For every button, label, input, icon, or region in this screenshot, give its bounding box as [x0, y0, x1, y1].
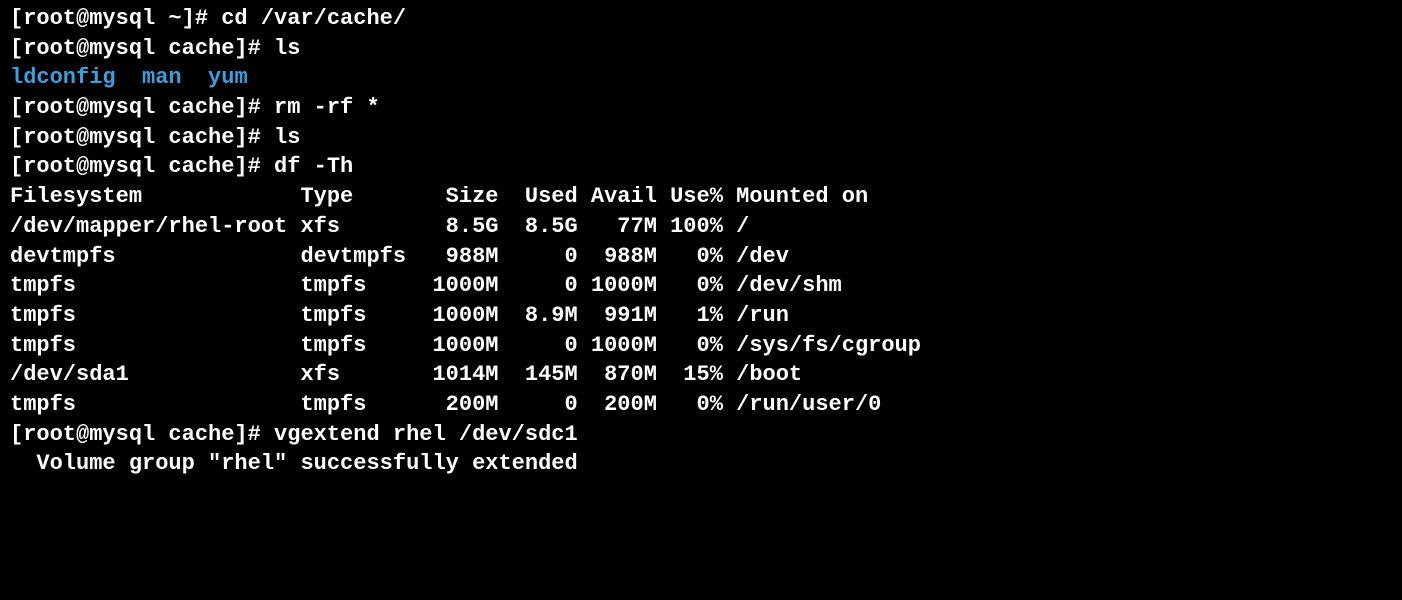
terminal-line: [root@mysql cache]# ls — [10, 34, 1392, 64]
shell-prompt: [root@mysql cache]# — [10, 36, 274, 61]
shell-prompt: [root@mysql cache]# — [10, 422, 274, 447]
terminal-line: /dev/mapper/rhel-root xfs 8.5G 8.5G 77M … — [10, 212, 1392, 242]
command-output: Volume group "rhel" successfully extende… — [10, 451, 578, 476]
terminal-line: [root@mysql cache]# df -Th — [10, 152, 1392, 182]
terminal-line: tmpfs tmpfs 1000M 0 1000M 0% /sys/fs/cgr… — [10, 331, 1392, 361]
terminal-line: [root@mysql ~]# cd /var/cache/ — [10, 4, 1392, 34]
shell-command: ls — [274, 125, 300, 150]
directory-entry: yum — [208, 65, 248, 90]
shell-prompt: [root@mysql cache]# — [10, 95, 274, 120]
terminal-line: tmpfs tmpfs 200M 0 200M 0% /run/user/0 — [10, 390, 1392, 420]
shell-command: cd /var/cache/ — [221, 6, 406, 31]
shell-prompt: [root@mysql cache]# — [10, 125, 274, 150]
shell-prompt: [root@mysql cache]# — [10, 154, 274, 179]
terminal-line: Volume group "rhel" successfully extende… — [10, 449, 1392, 479]
directory-entry: ldconfig — [10, 65, 116, 90]
terminal-line: devtmpfs devtmpfs 988M 0 988M 0% /dev — [10, 242, 1392, 272]
terminal-line: tmpfs tmpfs 1000M 8.9M 991M 1% /run — [10, 301, 1392, 331]
terminal-line: ldconfig man yum — [10, 63, 1392, 93]
terminal-line: [root@mysql cache]# rm -rf * — [10, 93, 1392, 123]
shell-command: df -Th — [274, 154, 353, 179]
terminal-output[interactable]: [root@mysql ~]# cd /var/cache/[root@mysq… — [10, 4, 1392, 479]
terminal-line: [root@mysql cache]# ls — [10, 123, 1392, 153]
terminal-line: Filesystem Type Size Used Avail Use% Mou… — [10, 182, 1392, 212]
directory-entry: man — [142, 65, 182, 90]
terminal-line: [root@mysql cache]# vgextend rhel /dev/s… — [10, 420, 1392, 450]
shell-command: ls — [274, 36, 300, 61]
terminal-line: tmpfs tmpfs 1000M 0 1000M 0% /dev/shm — [10, 271, 1392, 301]
shell-command: rm -rf * — [274, 95, 380, 120]
shell-command: vgextend rhel /dev/sdc1 — [274, 422, 578, 447]
shell-prompt: [root@mysql ~]# — [10, 6, 221, 31]
terminal-line: /dev/sda1 xfs 1014M 145M 870M 15% /boot — [10, 360, 1392, 390]
